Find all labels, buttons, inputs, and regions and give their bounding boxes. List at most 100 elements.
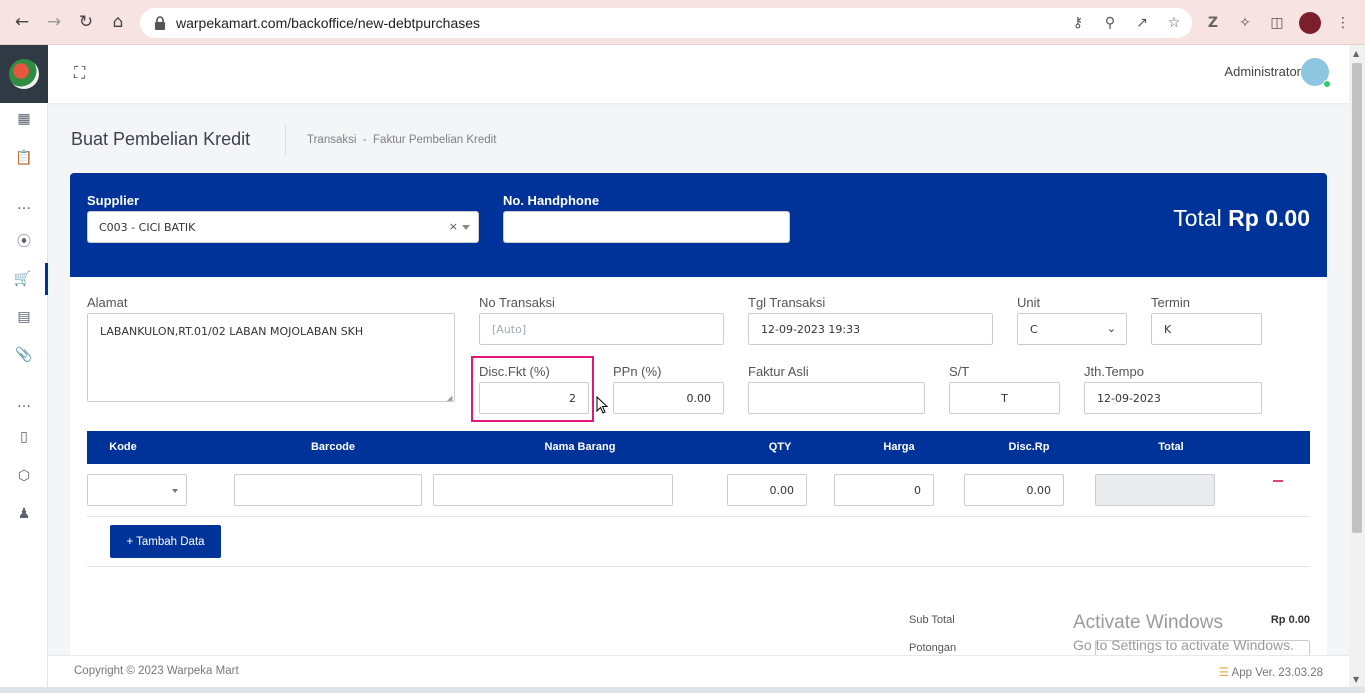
- ppn-input[interactable]: 0.00: [613, 382, 724, 414]
- url-text: warpekamart.com/backoffice/new-debtpurch…: [176, 15, 480, 31]
- termin-input[interactable]: K: [1151, 313, 1262, 345]
- col-nama-barang: Nama Barang: [544, 441, 616, 453]
- page-title: Buat Pembelian Kredit: [71, 129, 251, 149]
- barcode-input[interactable]: [234, 474, 422, 506]
- forward-arrow-icon[interactable]: →: [43, 11, 65, 33]
- copyright-text: Copyright © 2023 Warpeka Mart: [74, 665, 239, 677]
- scrollbar-thumb[interactable]: [1352, 63, 1362, 533]
- nama-barang-input[interactable]: [433, 474, 673, 506]
- no-transaksi-input[interactable]: [Auto]: [479, 313, 724, 345]
- title-divider: [285, 125, 286, 155]
- scroll-down-icon[interactable]: ▼: [1353, 675, 1359, 684]
- scroll-up-icon[interactable]: ▲: [1353, 49, 1359, 58]
- items-table-header: Kode Barcode Nama Barang QTY Harga Disc.…: [87, 431, 1310, 464]
- tgl-transaksi-input[interactable]: 12-09-2023 19:33: [748, 313, 993, 345]
- col-qty: QTY: [768, 441, 792, 453]
- profile-avatar[interactable]: [1299, 12, 1321, 34]
- purchase-form-card: Supplier C003 - CICI BATIK × No. Handpho…: [70, 173, 1327, 663]
- paperclip-icon[interactable]: 📎: [0, 339, 48, 371]
- supplier-label: Supplier: [87, 193, 140, 208]
- harga-input[interactable]: 0: [834, 474, 934, 506]
- logo-mark: [9, 59, 39, 89]
- key-icon[interactable]: ⚷: [1068, 13, 1088, 33]
- sidepanel-icon[interactable]: ◫: [1267, 13, 1287, 33]
- phone-input[interactable]: [503, 211, 790, 243]
- potongan-label: Potongan: [909, 642, 957, 654]
- ppn-label: PPn (%): [613, 364, 662, 379]
- bookmark-star-icon[interactable]: ☆: [1164, 13, 1184, 33]
- termin-label: Termin: [1151, 295, 1191, 310]
- browser-toolbar: ← → ↻ ⌂ warpekamart.com/backoffice/new-d…: [0, 0, 1365, 45]
- resize-handle-icon[interactable]: ◢: [447, 394, 452, 402]
- st-input[interactable]: T: [949, 382, 1060, 414]
- focus-highlight-box: [471, 356, 594, 422]
- total-value: Rp 0.00: [1228, 205, 1310, 231]
- unit-select[interactable]: C ⌄: [1017, 313, 1127, 345]
- clipboard-icon[interactable]: 📋: [0, 142, 48, 174]
- unit-value: C: [1030, 322, 1038, 336]
- app-header: ⛶ Administrator: [48, 45, 1349, 103]
- total-prefix: Total: [1173, 205, 1229, 231]
- zoom-icon[interactable]: ⚲: [1100, 13, 1120, 33]
- users-icon[interactable]: ♟: [0, 498, 48, 530]
- remove-row-icon[interactable]: [1273, 480, 1283, 482]
- puzzle-icon[interactable]: ✧: [1235, 13, 1255, 33]
- more-dots-icon: …: [17, 395, 31, 411]
- alamat-label: Alamat: [87, 295, 128, 310]
- app-logo[interactable]: [0, 45, 48, 103]
- chevron-down-icon: [462, 225, 470, 230]
- disc-rp-input[interactable]: 0.00: [964, 474, 1064, 506]
- jth-tempo-label: Jth.Tempo: [1084, 364, 1144, 379]
- total-row-input: [1095, 474, 1215, 506]
- user-name[interactable]: Administrator: [1224, 64, 1301, 79]
- back-arrow-icon[interactable]: ←: [11, 11, 33, 33]
- layers-icon: ☰: [1218, 667, 1229, 679]
- col-total: Total: [1158, 441, 1184, 453]
- breadcrumb[interactable]: Transaksi - Faktur Pembelian Kredit: [307, 134, 496, 146]
- col-disc-rp: Disc.Rp: [1008, 441, 1050, 453]
- online-status-dot: [1323, 80, 1331, 88]
- sidebar: ▦ 📋 … ⦿ 🛒 ▤ 📎 … ▯ ⬡ ♟: [0, 45, 48, 693]
- tambah-data-button[interactable]: + Tambah Data: [110, 525, 221, 558]
- qty-input[interactable]: 0.00: [727, 474, 807, 506]
- faktur-asli-input[interactable]: [748, 382, 925, 414]
- user-avatar[interactable]: [1301, 58, 1331, 88]
- mouse-cursor-icon: [596, 396, 608, 414]
- kebab-menu-icon[interactable]: ⋮: [1333, 13, 1353, 33]
- subtotal-value: Rp 0.00: [1270, 614, 1310, 626]
- unit-label: Unit: [1017, 295, 1041, 310]
- jth-tempo-input[interactable]: 12-09-2023: [1084, 382, 1262, 414]
- reload-icon[interactable]: ↻: [75, 11, 97, 33]
- fullscreen-icon[interactable]: ⛶: [74, 63, 85, 83]
- version-text: App Ver. 23.03.28: [1231, 667, 1323, 679]
- subtotal-label: Sub Total: [909, 614, 955, 626]
- address-bar[interactable]: warpekamart.com/backoffice/new-debtpurch…: [140, 8, 1192, 38]
- total-display: Total Rp 0.00: [1173, 205, 1310, 232]
- no-transaksi-label: No Transaksi: [479, 295, 555, 310]
- st-label: S/T: [949, 364, 970, 379]
- chevron-down-icon: ⌄: [1106, 322, 1116, 335]
- share-icon[interactable]: ↗: [1132, 13, 1152, 33]
- book-icon[interactable]: ▯: [0, 421, 48, 453]
- extension-z-icon[interactable]: Z: [1203, 13, 1223, 33]
- activation-watermark-title: Activate Windows: [1073, 612, 1223, 633]
- supplier-select[interactable]: C003 - CICI BATIK ×: [87, 211, 479, 243]
- more-dots-icon: …: [17, 197, 31, 213]
- lock-icon: [155, 16, 165, 30]
- section-divider: [87, 566, 1310, 567]
- col-harga: Harga: [883, 441, 915, 453]
- document-icon[interactable]: ▤: [0, 301, 48, 333]
- vertical-scrollbar[interactable]: ▲ ▼: [1349, 45, 1365, 687]
- box-icon[interactable]: ⬡: [0, 460, 48, 492]
- broadcast-icon[interactable]: ⦿: [0, 225, 48, 257]
- home-icon[interactable]: ⌂: [107, 11, 129, 33]
- app-version: ☰ App Ver. 23.03.28: [1219, 665, 1323, 679]
- clear-icon[interactable]: ×: [449, 220, 458, 233]
- taskbar-edge: [0, 687, 1365, 693]
- kode-select[interactable]: [87, 474, 187, 506]
- grid-icon[interactable]: ▦: [0, 103, 48, 135]
- form-header: Supplier C003 - CICI BATIK × No. Handpho…: [70, 173, 1327, 277]
- chevron-down-icon: [172, 489, 178, 493]
- cart-icon[interactable]: 🛒: [0, 263, 48, 295]
- alamat-textarea[interactable]: LABANKULON,RT.01/02 LABAN MOJOLABAN SKH: [87, 313, 455, 402]
